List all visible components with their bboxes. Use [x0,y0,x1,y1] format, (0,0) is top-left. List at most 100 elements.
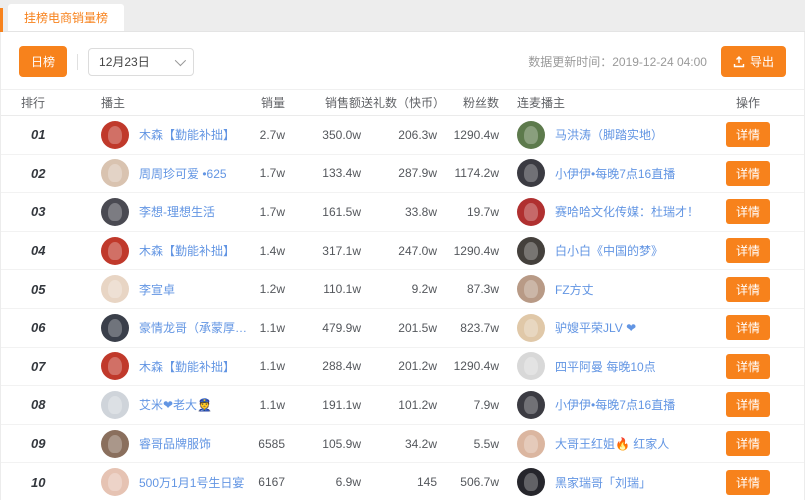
sales-value: 1.2w [253,282,285,296]
detail-button[interactable]: 详情 [726,431,770,456]
cohost-avatar[interactable] [517,275,545,303]
sales-amount-value: 133.4w [285,166,361,180]
fans-value: 5.5w [437,437,499,451]
detail-button[interactable]: 详情 [726,277,770,302]
col-header-cohost: 连麦播主 [499,94,712,111]
table-row: 05 李宣卓 1.2w 110.1w 9.2w 87.3w FZ方丈 详情 [1,270,804,309]
anchor-name-link[interactable]: 睿哥品牌服饰 [139,435,211,452]
fans-value: 1290.4w [437,244,499,258]
cohost-name-link[interactable]: 驴嫂平荣JLV ❤ [555,319,636,336]
table-row: 07 木森【勤能补拙】 1.1w 288.4w 201.2w 1290.4w 四… [1,348,804,387]
detail-button[interactable]: 详情 [726,392,770,417]
table-row: 09 睿哥品牌服饰 6585 105.9w 34.2w 5.5w 大哥王红姐🔥 … [1,425,804,464]
cohost-avatar[interactable] [517,430,545,458]
detail-button[interactable]: 详情 [726,470,770,495]
cohost-name-link[interactable]: FZ方丈 [555,281,594,298]
cohost-name-link[interactable]: 大哥王红姐🔥 红家人 [555,435,669,452]
gifts-value: 206.3w [361,128,437,142]
cohost-avatar[interactable] [517,237,545,265]
detail-button[interactable]: 详情 [726,354,770,379]
anchor-avatar[interactable] [101,314,129,342]
cohost-name-link[interactable]: 小伊伊•每晚7点16直播 [555,165,675,182]
date-select-value: 12月23日 [99,53,150,70]
anchor-avatar[interactable] [101,159,129,187]
sales-value: 1.1w [253,359,285,373]
rank-value: 08 [21,397,101,412]
cohost-avatar[interactable] [517,159,545,187]
anchor-name-link[interactable]: 李想-理想生活 [139,203,215,220]
col-header-sales: 销量 [253,94,285,111]
anchor-avatar[interactable] [101,352,129,380]
sales-amount-value: 350.0w [285,128,361,142]
gifts-value: 201.5w [361,321,437,335]
fans-value: 1290.4w [437,359,499,373]
fans-value: 7.9w [437,398,499,412]
rank-value: 10 [21,475,101,490]
col-header-fans: 粉丝数 [437,94,499,111]
date-select[interactable]: 12月23日 [88,48,194,76]
cohost-name-link[interactable]: 马洪涛（脚踏实地） [555,126,663,143]
sales-amount-value: 6.9w [285,475,361,489]
cohost-avatar[interactable] [517,391,545,419]
anchor-name-link[interactable]: 木森【勤能补拙】 [139,242,235,259]
anchor-name-link[interactable]: 豪情龙哥（承蒙厚爱） [139,319,253,336]
cohost-avatar[interactable] [517,198,545,226]
anchor-avatar[interactable] [101,198,129,226]
cohost-name-link[interactable]: 小伊伊•每晚7点16直播 [555,396,675,413]
rank-value: 07 [21,359,101,374]
anchor-avatar[interactable] [101,468,129,496]
rank-value: 04 [21,243,101,258]
table-row: 08 艾米❤老大👮 1.1w 191.1w 101.2w 7.9w 小伊伊•每晚… [1,386,804,425]
table-row: 02 周周珍可爱 •625 1.7w 133.4w 287.9w 1174.2w… [1,155,804,194]
rank-value: 09 [21,436,101,451]
cohost-name-link[interactable]: 黑家瑞哥「刘瑞」 [555,474,651,491]
sales-value: 6585 [253,437,285,451]
fans-value: 87.3w [437,282,499,296]
gifts-value: 9.2w [361,282,437,296]
anchor-avatar[interactable] [101,237,129,265]
rank-value: 06 [21,320,101,335]
anchor-name-link[interactable]: 周周珍可爱 •625 [139,165,227,182]
tab-ecommerce-sales-rank[interactable]: 挂榜电商销量榜 [8,4,124,31]
sales-amount-value: 191.1w [285,398,361,412]
fans-value: 823.7w [437,321,499,335]
sales-value: 1.7w [253,166,285,180]
gifts-value: 101.2w [361,398,437,412]
export-button-label: 导出 [750,53,774,70]
toolbar-divider [77,54,78,70]
cohost-name-link[interactable]: 四平阿曼 每晚10点 [555,358,656,375]
col-header-rank: 排行 [21,94,101,111]
update-time-value: 2019-12-24 04:00 [612,55,707,69]
rank-value: 03 [21,204,101,219]
anchor-name-link[interactable]: 木森【勤能补拙】 [139,358,235,375]
anchor-name-link[interactable]: 李宣卓 [139,281,175,298]
detail-button[interactable]: 详情 [726,161,770,186]
cohost-name-link[interactable]: 赛哈哈文化传媒：杜瑞才！ [555,203,699,220]
detail-button[interactable]: 详情 [726,199,770,224]
anchor-avatar[interactable] [101,275,129,303]
sales-amount-value: 110.1w [285,282,361,296]
fans-value: 1290.4w [437,128,499,142]
table-row: 04 木森【勤能补拙】 1.4w 317.1w 247.0w 1290.4w 白… [1,232,804,271]
cohost-avatar[interactable] [517,121,545,149]
anchor-avatar[interactable] [101,391,129,419]
fans-value: 1174.2w [437,166,499,180]
update-time-label: 数据更新时间： [528,55,612,69]
cohost-avatar[interactable] [517,468,545,496]
anchor-avatar[interactable] [101,430,129,458]
anchor-name-link[interactable]: 木森【勤能补拙】 [139,126,235,143]
sales-amount-value: 161.5w [285,205,361,219]
anchor-name-link[interactable]: 艾米❤老大👮 [139,396,212,413]
gifts-value: 201.2w [361,359,437,373]
anchor-avatar[interactable] [101,121,129,149]
detail-button[interactable]: 详情 [726,122,770,147]
anchor-name-link[interactable]: 500万1月1号生日宴 [139,474,244,491]
cohost-avatar[interactable] [517,314,545,342]
cohost-avatar[interactable] [517,352,545,380]
cohost-name-link[interactable]: 白小白《中国的梦》 [555,242,663,259]
daily-rank-button[interactable]: 日榜 [19,46,67,77]
detail-button[interactable]: 详情 [726,315,770,340]
detail-button[interactable]: 详情 [726,238,770,263]
gifts-value: 247.0w [361,244,437,258]
export-button[interactable]: 导出 [721,46,786,77]
